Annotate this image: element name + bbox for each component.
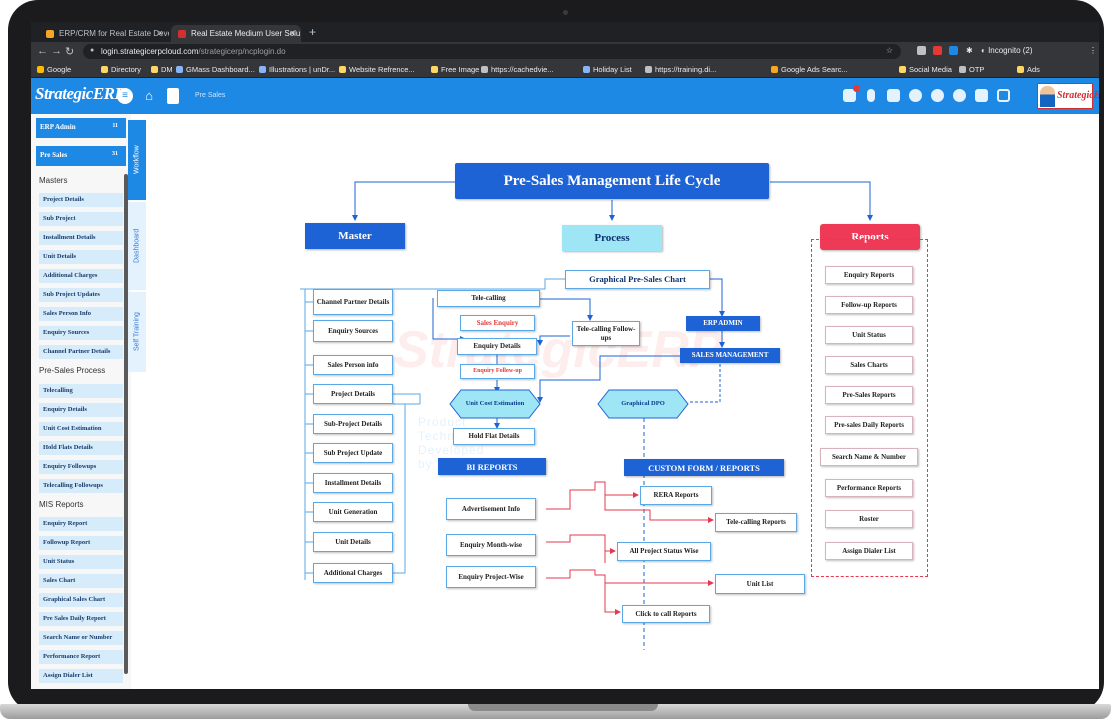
report-item[interactable]: Enquiry Reports xyxy=(825,266,913,284)
master-item-channel-partner[interactable]: Channel Partner Details xyxy=(313,289,393,315)
master-item-sub-project-update[interactable]: Sub Project Update xyxy=(313,443,393,463)
report-item[interactable]: Pre-sales Daily Reports xyxy=(825,416,913,434)
process-unit-cost-estimation[interactable]: Unit Cost Estimation xyxy=(449,389,541,419)
node-label: Graphical DPO xyxy=(621,400,665,408)
custom-item-rera[interactable]: RERA Reports xyxy=(640,486,712,505)
report-item[interactable]: Performance Reports xyxy=(825,479,913,497)
connector-lines xyxy=(300,181,873,650)
custom-reports-header: CUSTOM FORM / REPORTS xyxy=(624,459,784,476)
bi-item-advertisement[interactable]: Advertisement Info xyxy=(446,498,536,520)
process-telecalling[interactable]: Tele-calling xyxy=(437,290,540,307)
custom-item-click-to-call[interactable]: Click to call Reports xyxy=(622,605,710,623)
report-item[interactable]: Unit Status xyxy=(825,326,913,344)
process-enquiry-details[interactable]: Enquiry Details xyxy=(457,338,537,355)
process-sales-enquiry[interactable]: Sales Enquiry xyxy=(460,315,535,331)
report-item[interactable]: Pre-Sales Reports xyxy=(825,386,913,404)
master-item-unit-details[interactable]: Unit Details xyxy=(313,532,393,552)
custom-item-unit-list[interactable]: Unit List xyxy=(715,574,805,594)
custom-item-telecalling[interactable]: Tele-calling Reports xyxy=(715,513,797,532)
bi-item-project-wise[interactable]: Enquiry Project-Wise xyxy=(446,566,536,588)
custom-item-project-status[interactable]: All Project Status Wise xyxy=(617,542,711,561)
process-graphical-dpo[interactable]: Graphical DPO xyxy=(597,389,689,419)
master-item-project-details[interactable]: Project Details xyxy=(313,384,393,404)
bi-item-month-wise[interactable]: Enquiry Month-wise xyxy=(446,534,536,556)
process-enquiry-followup[interactable]: Enquiry Follow-up xyxy=(460,364,535,379)
report-item[interactable]: Assign Dialer List xyxy=(825,542,913,560)
master-item-additional-charges[interactable]: Additional Charges xyxy=(313,563,393,583)
report-item[interactable]: Search Name & Number xyxy=(820,448,918,466)
report-item[interactable]: Sales Charts xyxy=(825,356,913,374)
process-telecalling-followups[interactable]: Tele-calling Follow-ups xyxy=(572,321,640,346)
report-item[interactable]: Follow-up Reports xyxy=(825,296,913,314)
report-item[interactable]: Roster xyxy=(825,510,913,528)
master-item-installment[interactable]: Installment Details xyxy=(313,473,393,493)
master-item-sub-project[interactable]: Sub-Project Details xyxy=(313,414,393,434)
bi-reports-header: BI REPORTS xyxy=(438,458,546,475)
master-item-enquiry-sources[interactable]: Enquiry Sources xyxy=(313,320,393,342)
node-label: Unit Cost Estimation xyxy=(465,400,525,408)
process-erp-admin[interactable]: ERP ADMIN xyxy=(686,316,760,331)
diagram-title: Pre-Sales Management Life Cycle xyxy=(455,163,769,199)
master-item-sales-person[interactable]: Sales Person info xyxy=(313,355,393,375)
master-header: Master xyxy=(305,223,405,249)
process-hold-flat[interactable]: Hold Flat Details xyxy=(453,428,535,445)
process-graphical-chart[interactable]: Graphical Pre-Sales Chart xyxy=(565,270,710,289)
process-sales-management[interactable]: SALES MANAGEMENT xyxy=(680,348,780,363)
process-header: Process xyxy=(562,225,662,251)
master-item-unit-generation[interactable]: Unit Generation xyxy=(313,502,393,522)
